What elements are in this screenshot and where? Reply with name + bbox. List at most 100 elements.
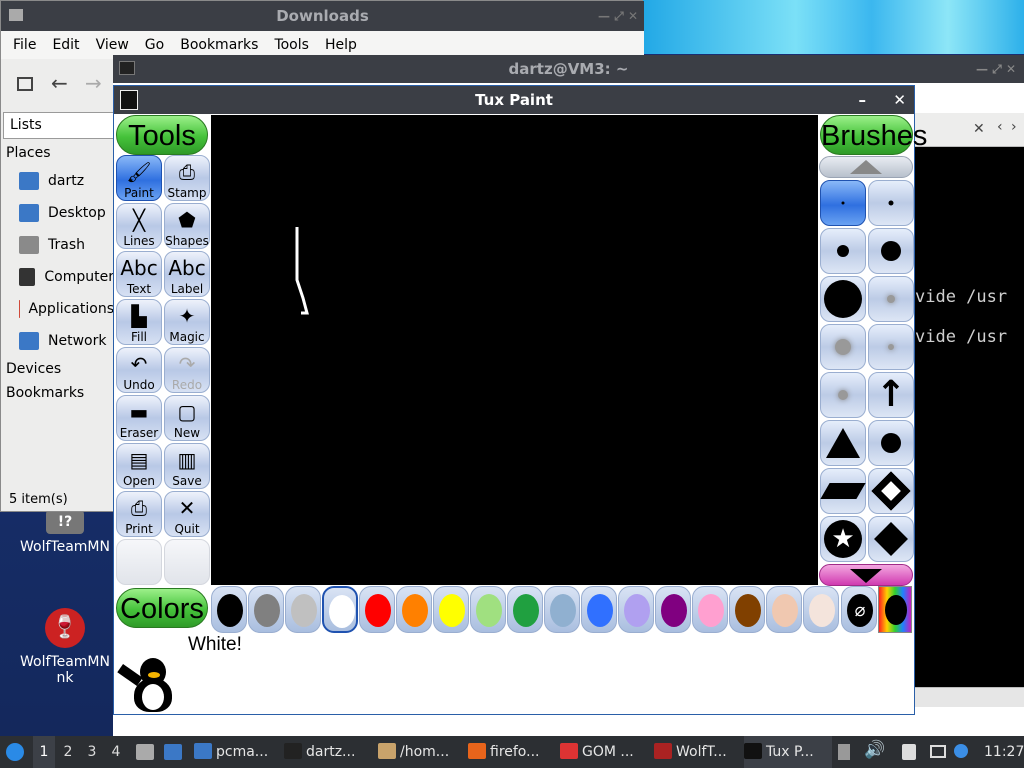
color-swatch[interactable]: [396, 586, 432, 633]
color-swatch[interactable]: [507, 586, 543, 633]
drawing-canvas[interactable]: [211, 115, 818, 585]
taskbar-task-button[interactable]: /hom...: [378, 736, 466, 768]
workspace-2[interactable]: 2: [57, 736, 79, 768]
volume-icon[interactable]: 🔊: [864, 740, 885, 760]
tool-fill-button[interactable]: ▙ Fill: [116, 299, 162, 345]
place-network[interactable]: Network: [1, 325, 114, 357]
clipboard-icon[interactable]: [902, 744, 916, 760]
color-picker-button[interactable]: ⌀: [841, 586, 877, 633]
taskbar-task-button[interactable]: GOM ...: [560, 736, 648, 768]
brush-option[interactable]: [868, 180, 914, 226]
taskbar-task-button[interactable]: Tux P...: [744, 736, 832, 768]
brush-option[interactable]: [820, 180, 866, 226]
color-swatch[interactable]: [618, 586, 654, 633]
menu-help[interactable]: Help: [317, 37, 365, 53]
place-desktop[interactable]: Desktop: [1, 197, 114, 229]
menu-edit[interactable]: Edit: [44, 37, 87, 53]
brush-option[interactable]: [868, 468, 914, 514]
notes-icon[interactable]: [838, 744, 850, 760]
tool-undo-button[interactable]: ↶ Undo: [116, 347, 162, 393]
tool-text-button[interactable]: Abc Text: [116, 251, 162, 297]
place-computer[interactable]: Computer: [1, 261, 114, 293]
tool-magic-button[interactable]: ✦ Magic: [164, 299, 210, 345]
tool-print-button[interactable]: ⎙ Print: [116, 491, 162, 537]
tool-quit-button[interactable]: ✕ Quit: [164, 491, 210, 537]
brush-option[interactable]: [820, 324, 866, 370]
color-swatch[interactable]: [581, 586, 617, 633]
window-controls[interactable]: — ⤢ ✕: [598, 1, 638, 31]
color-swatch[interactable]: [433, 586, 469, 633]
brush-option[interactable]: [868, 324, 914, 370]
color-swatch[interactable]: [211, 586, 247, 633]
tool-redo-button[interactable]: ↷ Redo: [164, 347, 210, 393]
brush-option[interactable]: ↑: [868, 372, 914, 418]
tool-paint-button[interactable]: 🖌 Paint: [116, 155, 162, 201]
place-applications[interactable]: Applications: [1, 293, 114, 325]
menu-bookmarks[interactable]: Bookmarks: [172, 37, 266, 53]
minimize-icon[interactable]: –: [859, 86, 867, 114]
show-desktop-icon[interactable]: [164, 744, 182, 760]
update-notifier-icon[interactable]: [954, 744, 968, 758]
brush-option[interactable]: [820, 372, 866, 418]
tab-scroll-left-icon[interactable]: ‹: [997, 119, 1003, 135]
place-trash[interactable]: Trash: [1, 229, 114, 261]
workspace-3[interactable]: 3: [81, 736, 103, 768]
network-status-icon[interactable]: [930, 745, 946, 758]
brush-option[interactable]: ★: [820, 516, 866, 562]
brush-option[interactable]: [820, 276, 866, 322]
menu-view[interactable]: View: [88, 37, 137, 53]
color-swatch[interactable]: [544, 586, 580, 633]
color-swatch[interactable]: [359, 586, 395, 633]
brush-option[interactable]: [868, 276, 914, 322]
taskbar-task-button[interactable]: firefo...: [468, 736, 556, 768]
file-manager-launcher-icon[interactable]: [136, 744, 154, 760]
terminal-titlebar[interactable]: dartz@VM3: ~ — ⤢ ✕: [113, 55, 1024, 83]
workspace-1[interactable]: 1: [33, 736, 55, 768]
tool-stamp-button[interactable]: ⎙ Stamp: [164, 155, 210, 201]
menu-go[interactable]: Go: [137, 37, 172, 53]
taskbar-task-button[interactable]: WolfT...: [654, 736, 742, 768]
brush-option[interactable]: [868, 516, 914, 562]
tool-new-button[interactable]: ▢ New: [164, 395, 210, 441]
color-swatch[interactable]: [766, 586, 802, 633]
brush-option[interactable]: [820, 228, 866, 274]
terminal-scrollbar[interactable]: [913, 687, 1024, 707]
color-swatch[interactable]: [729, 586, 765, 633]
taskbar-task-button[interactable]: pcma...: [194, 736, 282, 768]
tool-lines-button[interactable]: ╳ Lines: [116, 203, 162, 249]
brush-option[interactable]: [868, 228, 914, 274]
clock[interactable]: 11:27: [984, 736, 1024, 768]
tool-label-button[interactable]: Abc Label: [164, 251, 210, 297]
tab-close-icon[interactable]: ✕: [973, 121, 985, 137]
place-dartz[interactable]: dartz: [1, 165, 114, 197]
color-swatch[interactable]: [470, 586, 506, 633]
file-manager-titlebar[interactable]: Downloads — ⤢ ✕: [1, 1, 644, 31]
tool-eraser-button[interactable]: ▬ Eraser: [116, 395, 162, 441]
color-swatch[interactable]: [248, 586, 284, 633]
menu-tools[interactable]: Tools: [266, 37, 317, 53]
color-swatch[interactable]: [322, 586, 358, 633]
tool-shapes-button[interactable]: ⬟ Shapes: [164, 203, 210, 249]
color-swatch[interactable]: [692, 586, 728, 633]
workspace-4[interactable]: 4: [105, 736, 127, 768]
new-tab-icon[interactable]: [17, 77, 33, 91]
color-mixer-button[interactable]: [878, 586, 912, 633]
brush-scroll-up-button[interactable]: [819, 156, 913, 178]
forward-icon[interactable]: →: [85, 71, 102, 95]
tool-open-button[interactable]: ▤ Open: [116, 443, 162, 489]
brush-scroll-down-button[interactable]: [819, 564, 913, 586]
taskbar-task-button[interactable]: dartz...: [284, 736, 372, 768]
tool-save-button[interactable]: ▥ Save: [164, 443, 210, 489]
back-icon[interactable]: ←: [51, 71, 68, 95]
menu-file[interactable]: File: [5, 37, 44, 53]
tux-paint-titlebar[interactable]: Tux Paint – ✕: [114, 86, 914, 114]
window-controls[interactable]: — ⤢ ✕: [976, 55, 1016, 83]
color-swatch[interactable]: [655, 586, 691, 633]
brush-option[interactable]: [868, 420, 914, 466]
color-swatch[interactable]: [285, 586, 321, 633]
brush-option[interactable]: [820, 420, 866, 466]
side-pane-mode-select[interactable]: Lists: [3, 112, 115, 139]
tab-scroll-right-icon[interactable]: ›: [1011, 119, 1017, 135]
color-swatch[interactable]: [803, 586, 839, 633]
close-icon[interactable]: ✕: [893, 86, 906, 114]
